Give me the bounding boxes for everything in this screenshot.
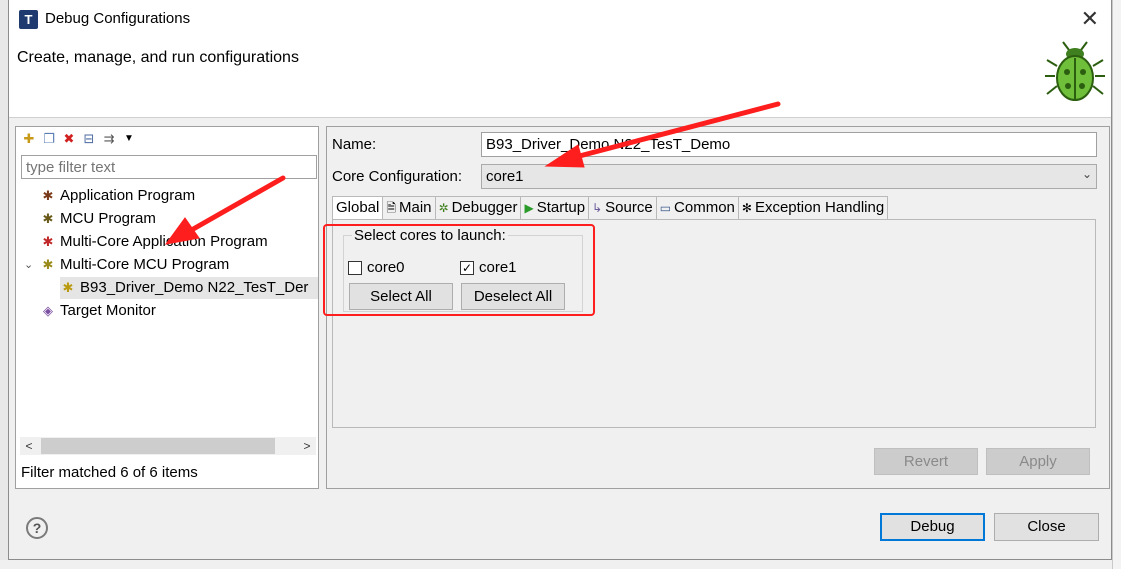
collapse-all-icon[interactable]: ⊟	[82, 132, 96, 146]
window-title: Debug Configurations	[45, 10, 191, 27]
background-window-edge	[1112, 0, 1121, 569]
tab-global[interactable]: Global	[332, 196, 384, 220]
scroll-right-icon[interactable]: >	[298, 437, 316, 455]
configuration-tree-panel: ✚ ❐ ✖ ⊟ ⇉ ▼ ✱ Application Program ✱ MCU Pr…	[15, 126, 319, 489]
filter-icon[interactable]: ⇉	[102, 132, 116, 146]
chevron-down-icon: ⌄	[1081, 167, 1092, 181]
tab-startup[interactable]: ▶ Startup	[521, 196, 590, 220]
common-icon: ▭	[659, 201, 672, 215]
name-field[interactable]	[481, 132, 1097, 157]
tree-item-label: MCU Program	[60, 210, 156, 227]
gear-bug-icon: ✲	[438, 201, 449, 215]
name-label: Name:	[332, 136, 377, 153]
bug-yellow-icon: ✱	[62, 280, 74, 295]
tree-horizontal-scrollbar[interactable]: < >	[20, 437, 316, 455]
close-button[interactable]: Close	[994, 513, 1099, 541]
tree-item-mcu-program[interactable]: ✱ MCU Program	[40, 208, 156, 230]
source-icon: ↳	[592, 201, 603, 215]
bug-red-icon: ✱	[42, 234, 54, 249]
filter-input[interactable]	[21, 155, 317, 179]
delete-config-icon[interactable]: ✖	[62, 132, 76, 146]
tab-main[interactable]: 🗎 Main	[383, 196, 436, 220]
dialog-header: Create, manage, and run configurations	[9, 40, 1111, 118]
monitor-icon: ◈	[43, 303, 53, 318]
tree-item-multi-core-application-program[interactable]: ✱ Multi-Core Application Program	[40, 231, 268, 253]
help-icon[interactable]: ?	[26, 517, 48, 539]
revert-button[interactable]: Revert	[874, 448, 978, 475]
core-configuration-label: Core Configuration:	[332, 168, 463, 185]
tab-common[interactable]: ▭ Common	[656, 196, 739, 220]
scroll-left-icon[interactable]: <	[20, 437, 38, 455]
scrollbar-thumb[interactable]	[41, 438, 275, 454]
play-icon: ▶	[524, 201, 534, 215]
apply-button[interactable]: Apply	[986, 448, 1090, 475]
duplicate-config-icon[interactable]: ❐	[42, 132, 56, 146]
close-window-icon[interactable]: ✕	[1081, 6, 1099, 32]
tree-item-label: Multi-Core MCU Program	[60, 256, 230, 273]
tree-item-target-monitor[interactable]: ◈ Target Monitor	[40, 300, 156, 322]
core-configuration-select[interactable]: core1 ⌄	[481, 164, 1097, 189]
new-config-icon[interactable]: ✚	[22, 132, 36, 146]
title-bar: T Debug Configurations ✕	[9, 0, 1111, 40]
tab-label: Source	[605, 199, 653, 216]
tab-label: Common	[674, 199, 735, 216]
tab-label: Exception Handling	[754, 199, 885, 216]
filter-status-text: Filter matched 6 of 6 items	[21, 464, 198, 481]
gear-icon: ✻	[741, 201, 752, 215]
tree-item-b93-driver-demo[interactable]: ✱ B93_Driver_Demo N22_TesT_Der	[60, 277, 318, 299]
tree-toolbar: ✚ ❐ ✖ ⊟ ⇉ ▼	[22, 130, 136, 148]
tree-item-label: Multi-Core Application Program	[60, 233, 268, 250]
tab-bar: Global 🗎 Main ✲ Debugger ▶ Startup ↳ Source …	[332, 196, 889, 220]
annotation-highlight-box	[323, 224, 595, 316]
tab-label: Main	[399, 199, 432, 216]
debug-bug-icon	[1045, 41, 1105, 101]
tree-item-label: Target Monitor	[60, 302, 156, 319]
tab-label: Debugger	[451, 199, 518, 216]
debug-button[interactable]: Debug	[880, 513, 985, 541]
bug-icon: ✱	[42, 211, 54, 226]
page-icon: 🗎	[386, 201, 397, 215]
app-logo-icon: T	[19, 10, 38, 29]
tab-debugger[interactable]: ✲ Debugger	[435, 196, 522, 220]
tab-source[interactable]: ↳ Source	[589, 196, 657, 220]
view-menu-chevron-down-icon[interactable]: ▼	[122, 132, 136, 146]
tab-exception-handling[interactable]: ✻ Exception Handling	[738, 196, 889, 220]
core-configuration-value: core1	[486, 168, 524, 185]
tab-label: Startup	[536, 199, 586, 216]
background-window-bottom	[0, 560, 1112, 569]
tree-item-multi-core-mcu-program[interactable]: ⌄ ✱ Multi-Core MCU Program	[24, 254, 230, 276]
tree-item-application-program[interactable]: ✱ Application Program	[40, 185, 196, 207]
tab-label: Global	[336, 199, 380, 216]
tree-item-label: Application Program	[60, 187, 196, 204]
chevron-down-icon[interactable]: ⌄	[24, 254, 33, 276]
bug-icon: ✱	[42, 257, 54, 272]
tree-item-label: B93_Driver_Demo N22_TesT_Der	[80, 279, 309, 296]
header-message: Create, manage, and run configurations	[17, 49, 299, 66]
bug-icon: ✱	[42, 188, 54, 203]
